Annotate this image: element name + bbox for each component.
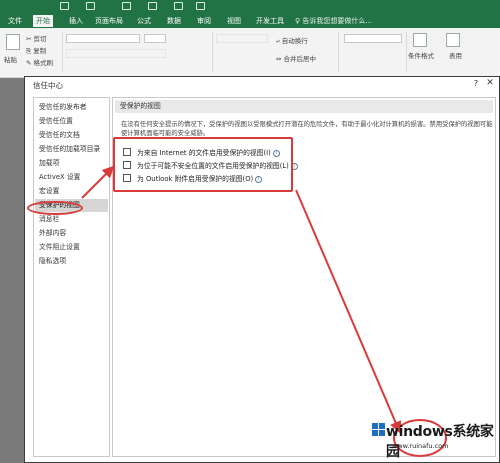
excel-title-bar: [0, 0, 500, 13]
alignment-buttons[interactable]: [216, 34, 268, 43]
sidebar-item-addins[interactable]: 加载项: [39, 157, 59, 170]
copy-button[interactable]: ⎘ 复制: [26, 45, 46, 56]
sidebar-item-trusted-publishers[interactable]: 受信任的发布者: [39, 101, 87, 114]
font-style-buttons[interactable]: [66, 49, 166, 58]
cut-label: 剪切: [33, 35, 47, 43]
home-ribbon: 粘贴 ✂ 剪切 ⎘ 复制 ✎ 格式刷 ⤶ 自动换行 ⇔ 合并后居中 条件格式 表…: [0, 28, 500, 78]
trust-center-nav: 受信任的发布者 受信任位置 受信任的文档 受信任的加载项目录 加载项 Activ…: [33, 97, 110, 457]
number-format-dropdown[interactable]: [344, 34, 402, 43]
tell-me-text: 告诉我您想要做什么...: [302, 17, 373, 25]
conditional-format-icon[interactable]: [413, 33, 427, 47]
dialog-title: 信任中心: [33, 81, 63, 90]
tab-home[interactable]: 开始: [33, 15, 53, 27]
format-painter-label: 格式刷: [33, 59, 54, 67]
paste-icon[interactable]: [6, 34, 20, 50]
watermark-url: www.ruinafu.com: [392, 442, 449, 450]
save-icon[interactable]: [60, 2, 69, 10]
style-label[interactable]: 表用: [449, 50, 462, 60]
paste-label[interactable]: 粘贴: [4, 54, 17, 64]
close-button[interactable]: ✕: [484, 78, 496, 88]
sidebar-item-macro-settings[interactable]: 宏设置: [39, 185, 59, 198]
tab-data[interactable]: 数据: [164, 15, 184, 27]
format-painter-button[interactable]: ✎ 格式刷: [26, 57, 53, 67]
qat-more-icon[interactable]: [196, 2, 205, 10]
highlight-options-box: [113, 137, 293, 192]
help-button[interactable]: ?: [471, 79, 481, 88]
sidebar-item-trusted-addin-catalogs[interactable]: 受信任的加载项目录: [39, 143, 100, 156]
shape-icon[interactable]: [174, 2, 183, 10]
sidebar-item-file-block-settings[interactable]: 文件阻止设置: [39, 241, 80, 254]
sidebar-item-privacy-options[interactable]: 隐私选项: [39, 255, 66, 268]
font-size-dropdown[interactable]: [144, 34, 166, 43]
table-format-icon[interactable]: [446, 33, 460, 47]
conditional-format-label[interactable]: 条件格式: [408, 50, 434, 60]
tab-insert[interactable]: 插入: [66, 15, 86, 27]
sidebar-item-activex-settings[interactable]: ActiveX 设置: [39, 171, 80, 184]
watermark-brand: windows系统家园: [386, 424, 494, 460]
ribbon-separator: [406, 32, 407, 72]
section-title: 受保护的视图: [115, 100, 493, 113]
sidebar-item-external-content[interactable]: 外部内容: [39, 227, 66, 240]
tab-formulas[interactable]: 公式: [134, 15, 154, 27]
tell-me-search[interactable]: ♀ 告诉我您想要做什么...: [295, 15, 372, 27]
tab-file[interactable]: 文件: [5, 15, 25, 27]
wrap-text-button[interactable]: ⤶ 自动换行: [276, 35, 308, 46]
sidebar-item-trusted-documents[interactable]: 受信任的文档: [39, 129, 80, 142]
redo-icon[interactable]: [122, 2, 131, 10]
tab-developer[interactable]: 开发工具: [253, 15, 287, 27]
ribbon-separator: [62, 32, 63, 72]
wrap-text-label: 自动换行: [281, 37, 308, 45]
highlight-protected-view-ellipse: [27, 201, 83, 215]
font-name-dropdown[interactable]: [66, 34, 140, 43]
tab-page-layout[interactable]: 页面布局: [92, 15, 126, 27]
undo-icon[interactable]: [86, 2, 95, 10]
merge-center-button[interactable]: ⇔ 合并后居中: [276, 53, 316, 63]
tab-review[interactable]: 审阅: [194, 15, 214, 27]
tab-view[interactable]: 视图: [224, 15, 244, 27]
copy-label: 复制: [33, 47, 47, 55]
ribbon-separator: [212, 32, 213, 72]
windows-logo-icon: [372, 423, 385, 436]
section-description: 在没有任何安全提示的情况下，受保护的视图以受限模式打开潜在的危险文件，有助于最小…: [121, 121, 493, 137]
ribbon-separator: [338, 32, 339, 72]
trust-center-dialog: 信任中心 ? ✕ 受信任的发布者 受信任位置 受信任的文档 受信任的加载项目录 …: [24, 76, 500, 463]
merge-center-label: 合并后居中: [283, 55, 317, 63]
sidebar-item-trusted-locations[interactable]: 受信任位置: [39, 115, 73, 128]
print-icon[interactable]: [148, 2, 157, 10]
site-watermark: windows系统家园 www.ruinafu.com: [372, 415, 496, 460]
cut-button[interactable]: ✂ 剪切: [26, 33, 47, 43]
ribbon-tabs: 文件 开始 插入 页面布局 公式 数据 审阅 视图 开发工具 ♀ 告诉我您想要做…: [0, 13, 500, 28]
